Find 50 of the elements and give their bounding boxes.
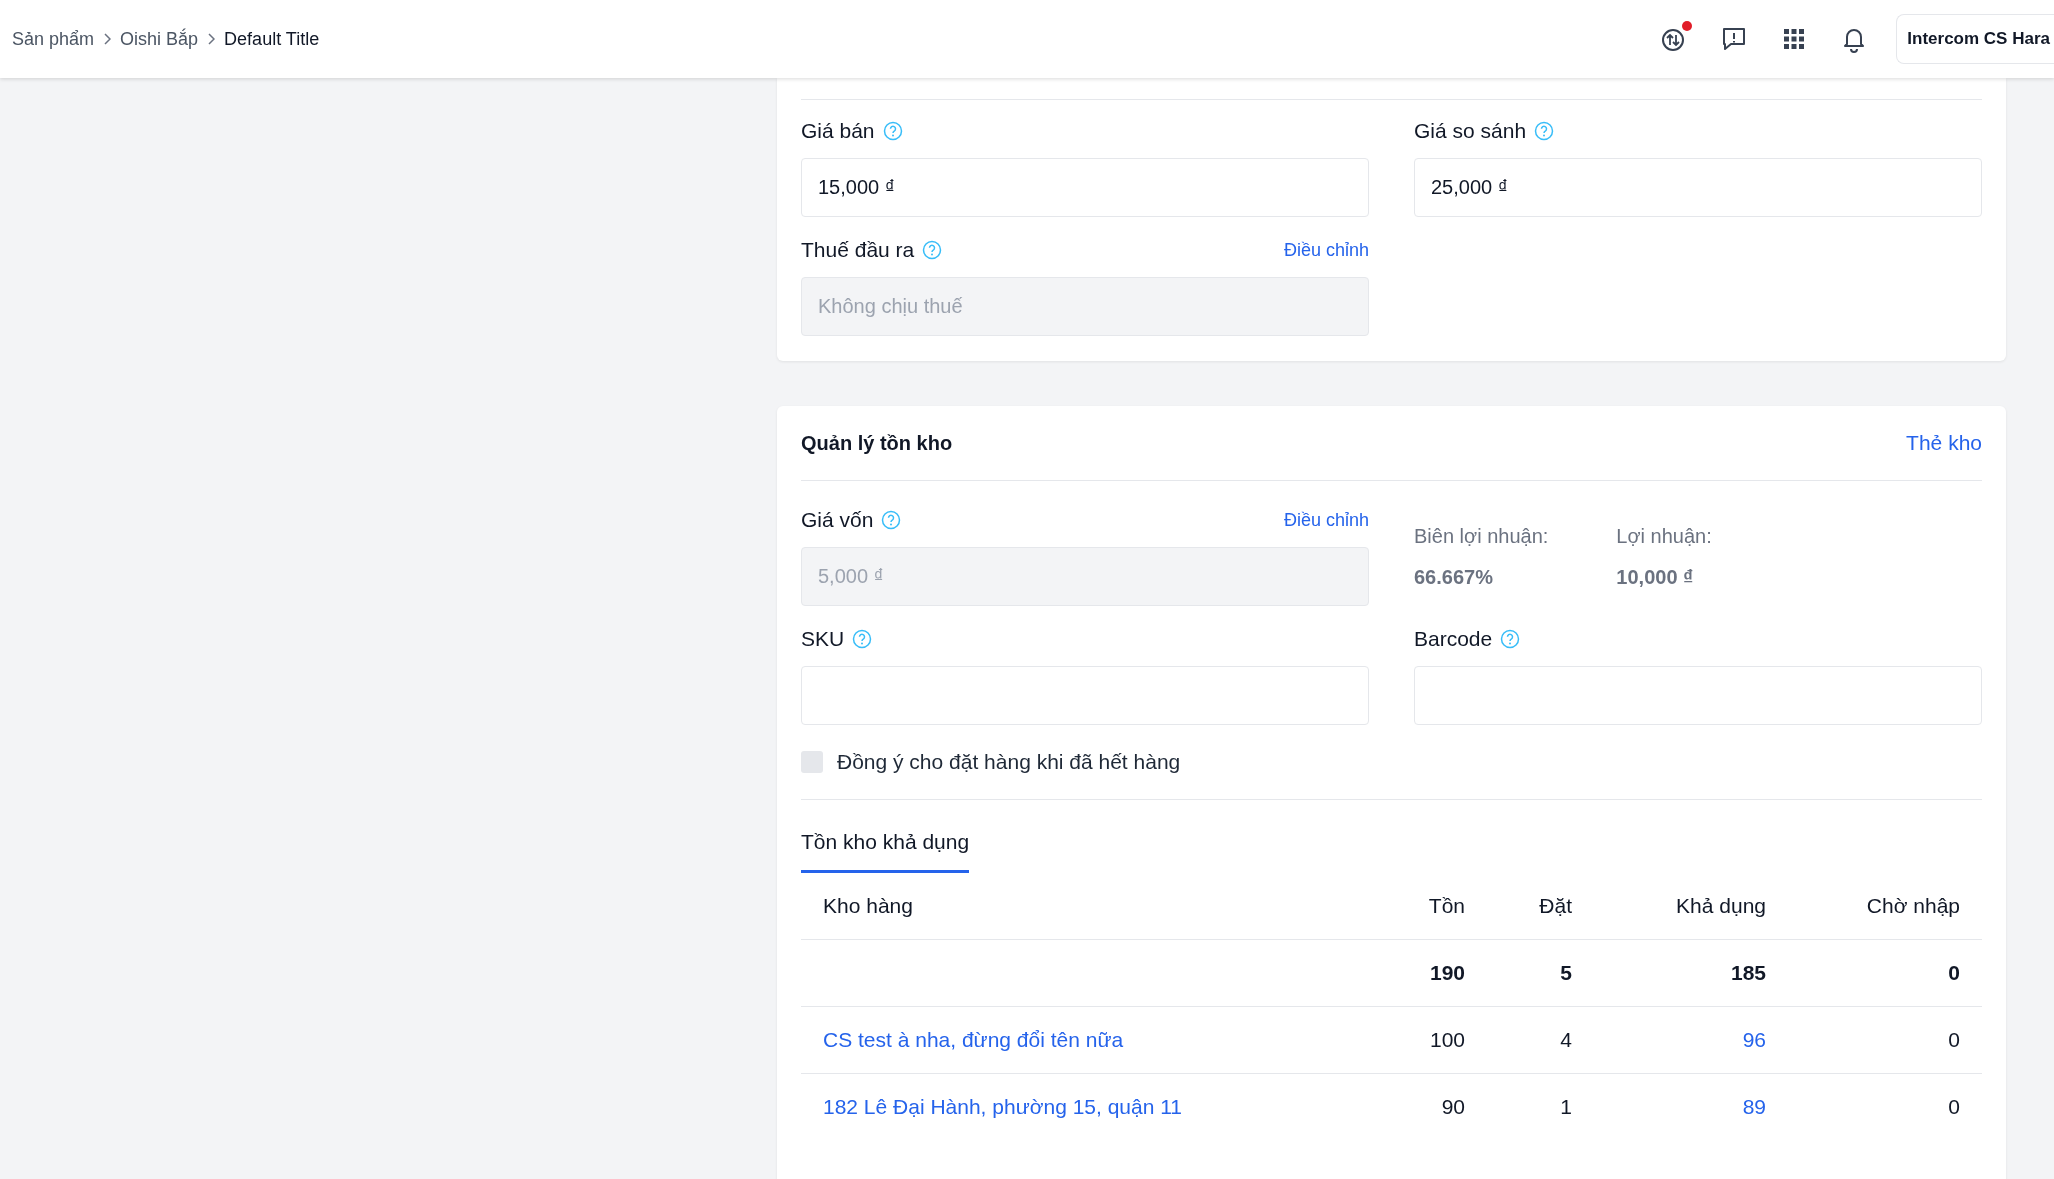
stat-label: Lợi nhuận: [1616, 525, 1712, 548]
column-header: Chờ nhập [1866, 894, 1960, 917]
help-icon[interactable] [1534, 121, 1555, 141]
stat-value: 66.667% [1414, 566, 1494, 589]
total-cell: 185 [1730, 961, 1766, 984]
column-header: Khả dụng [1676, 894, 1766, 917]
checkbox[interactable] [801, 751, 823, 773]
code-input[interactable] [1414, 666, 1982, 725]
card-title: Quản lý tồn kho [801, 431, 953, 455]
field-label: SKU [801, 627, 845, 651]
chevron-right-icon [103, 33, 112, 45]
table-cell: 90 [1441, 1095, 1465, 1118]
price-input[interactable]: 15,000 ₫ [801, 158, 1369, 217]
table-cell: 0 [1948, 1095, 1960, 1118]
field-label: Thuế đầu ra [801, 238, 915, 262]
stat-value: 10,000 ₫ [1616, 566, 1695, 589]
chevron-right-icon [207, 33, 216, 45]
help-icon[interactable] [852, 629, 873, 649]
help-icon[interactable] [881, 510, 902, 530]
field-label: Barcode [1414, 627, 1493, 651]
warehouse-link[interactable]: 96 [1742, 1028, 1766, 1051]
help-icon[interactable] [882, 121, 903, 141]
account-button[interactable]: Intercom CS Hara [1896, 14, 2054, 64]
price-input[interactable]: 25,000 ₫ [1414, 158, 1982, 217]
field-label: Giá so sánh [1414, 119, 1527, 143]
help-icon[interactable] [922, 240, 943, 260]
field-label: Giá vốn [801, 508, 874, 532]
breadcrumb-link[interactable]: Oishi Bắp [120, 28, 199, 50]
stock-card-link[interactable]: Thẻ kho [1906, 431, 1982, 455]
warehouse-link[interactable]: 182 Lê Đại Hành, phường 15, quận 11 [823, 1095, 1183, 1118]
checkbox-label: Đồng ý cho đặt hàng khi đã hết hàng [837, 750, 1181, 774]
total-cell: 5 [1560, 961, 1572, 984]
column-header: Kho hàng [823, 894, 913, 917]
stat-label: Biên lợi nhuận: [1414, 525, 1549, 548]
table-cell: 0 [1948, 1028, 1960, 1051]
field-label: Giá bán [801, 119, 875, 143]
table-cell: 100 [1429, 1028, 1465, 1051]
breadcrumb-link[interactable]: Sản phẩm [12, 28, 95, 50]
table-cell: 4 [1560, 1028, 1572, 1051]
tab[interactable]: Tồn kho khả dụng [801, 830, 970, 873]
warehouse-link[interactable]: 89 [1742, 1095, 1766, 1118]
help-icon[interactable] [1500, 629, 1521, 649]
total-cell: 0 [1948, 961, 1960, 984]
breadcrumb-link[interactable]: Default Title [224, 28, 320, 50]
column-header: Tồn [1428, 894, 1465, 917]
code-input[interactable] [801, 666, 1369, 725]
warehouse-link[interactable]: CS test à nha, đừng đổi tên nữa [823, 1028, 1124, 1051]
column-header: Đặt [1539, 894, 1572, 917]
total-cell: 190 [1429, 961, 1465, 984]
table-cell: 1 [1560, 1095, 1572, 1118]
